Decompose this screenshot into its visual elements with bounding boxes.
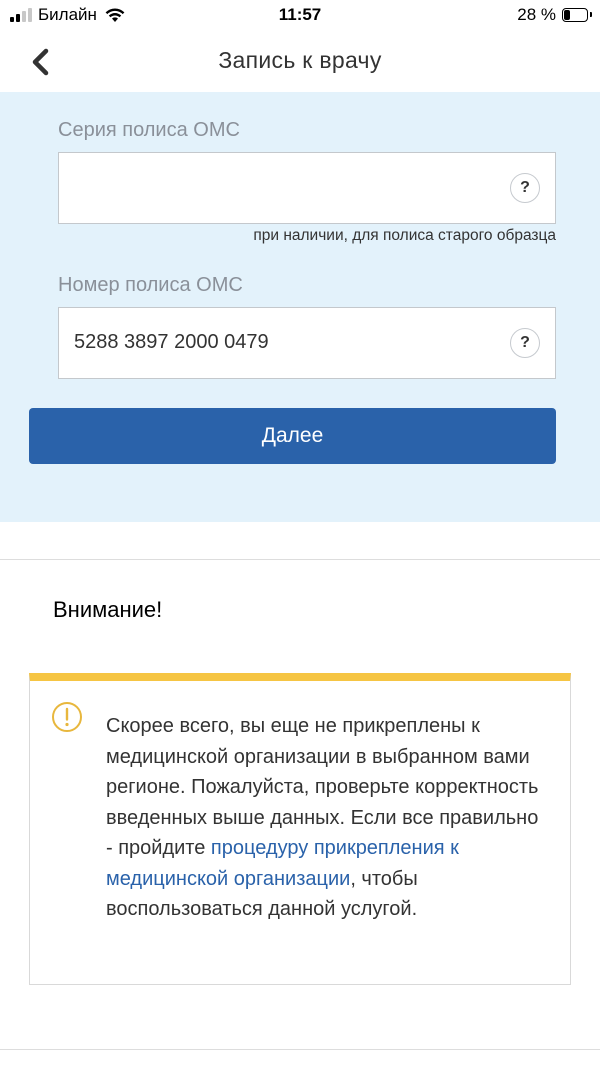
- warning-card: Скорее всего, вы еще не прикреплены к ме…: [29, 673, 571, 985]
- battery-percent: 28 %: [517, 5, 556, 24]
- warning-message: Скорее всего, вы еще не прикреплены к ме…: [106, 711, 546, 925]
- number-field-box: ?: [58, 307, 556, 379]
- series-hint: при наличии, для полиса старого образца: [253, 227, 556, 244]
- section-divider: [0, 559, 600, 560]
- bottom-divider: [0, 1049, 600, 1050]
- exclamation-circle-icon: [52, 702, 82, 732]
- battery-fill: [564, 10, 570, 20]
- page-title: Запись к врачу: [218, 47, 382, 73]
- series-input[interactable]: [59, 153, 494, 221]
- status-bar: Билайн 11:57 28 %: [0, 0, 600, 32]
- number-help-button[interactable]: ?: [510, 328, 540, 358]
- policy-form: Серия полиса ОМС ? при наличии, для поли…: [0, 92, 600, 522]
- status-right: 28 %: [517, 5, 592, 25]
- status-time: 11:57: [278, 5, 322, 24]
- warning-title: Внимание!: [53, 597, 163, 622]
- number-input[interactable]: [59, 308, 494, 376]
- next-button[interactable]: Далее: [29, 408, 556, 464]
- battery-icon: [562, 8, 592, 22]
- series-field-box: ?: [58, 152, 556, 224]
- series-help-button[interactable]: ?: [510, 173, 540, 203]
- number-label: Номер полиса ОМС: [58, 274, 243, 296]
- series-label: Серия полиса ОМС: [58, 119, 240, 141]
- nav-bar: Запись к врачу: [0, 32, 600, 92]
